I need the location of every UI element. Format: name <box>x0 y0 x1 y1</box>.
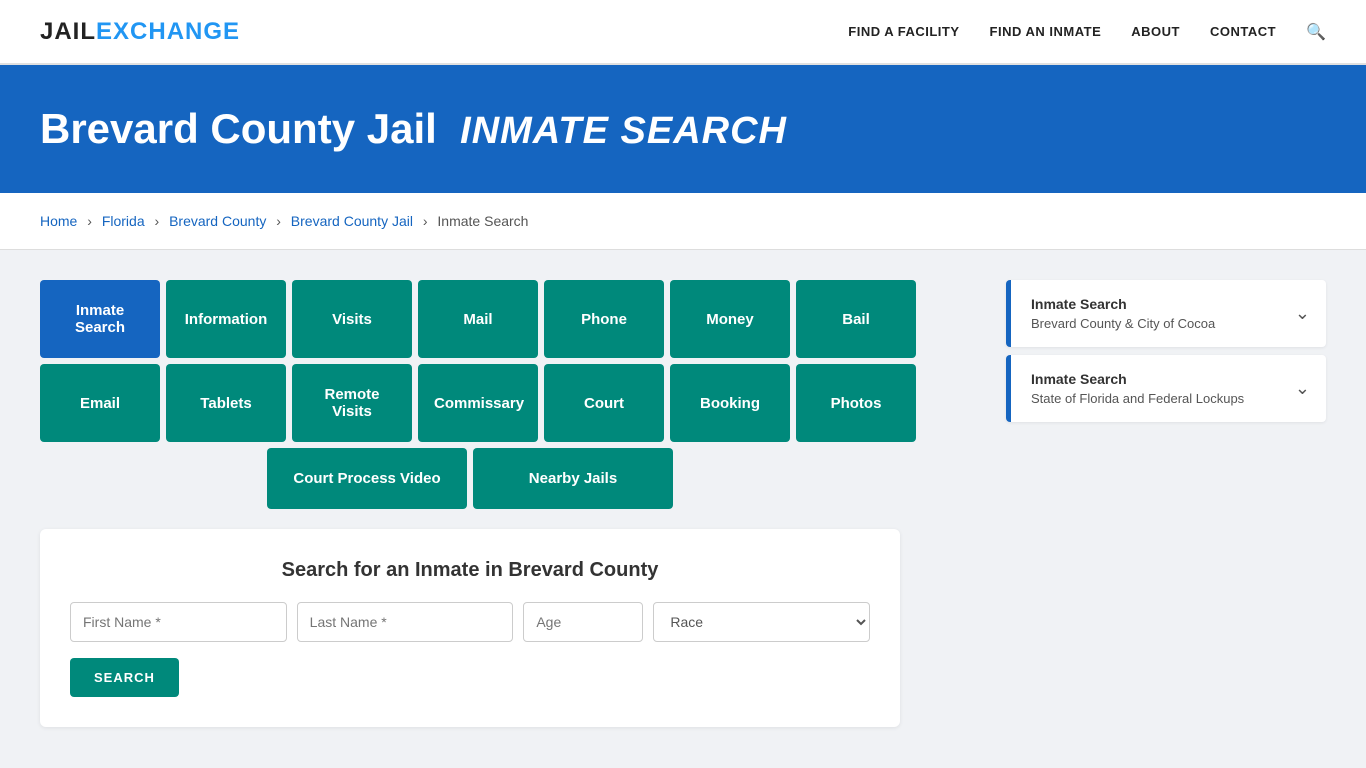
hero-banner: Brevard County Jail INMATE SEARCH <box>0 65 1366 193</box>
tab-phone[interactable]: Phone <box>544 280 664 358</box>
search-button[interactable]: SEARCH <box>70 658 179 697</box>
tab-court-process-video[interactable]: Court Process Video <box>267 448 467 509</box>
tab-information[interactable]: Information <box>166 280 286 358</box>
race-select[interactable]: Race White Black Hispanic Asian Other <box>653 602 870 642</box>
nav-contact[interactable]: CONTACT <box>1210 24 1276 39</box>
tab-nearby-jails[interactable]: Nearby Jails <box>473 448 673 509</box>
tabs-row-1: Inmate Search Information Visits Mail Ph… <box>40 280 900 358</box>
sidebar-card-0-sub: Brevard County & City of Cocoa <box>1031 316 1215 331</box>
tab-email[interactable]: Email <box>40 364 160 442</box>
chevron-down-icon-0: ⌄ <box>1295 303 1310 324</box>
last-name-input[interactable] <box>297 602 514 642</box>
tab-photos[interactable]: Photos <box>796 364 916 442</box>
breadcrumb-current: Inmate Search <box>437 213 528 229</box>
sidebar-card-0-title: Inmate Search <box>1031 296 1215 312</box>
hero-title-main: Brevard County Jail <box>40 105 437 152</box>
search-fields: Race White Black Hispanic Asian Other <box>70 602 870 642</box>
tab-inmate-search[interactable]: Inmate Search <box>40 280 160 358</box>
age-input[interactable] <box>523 602 643 642</box>
logo[interactable]: JAILEXCHANGE <box>40 18 240 46</box>
tab-court[interactable]: Court <box>544 364 664 442</box>
tab-money[interactable]: Money <box>670 280 790 358</box>
chevron-down-icon-1: ⌄ <box>1295 378 1310 399</box>
sidebar-card-0[interactable]: Inmate Search Brevard County & City of C… <box>1006 280 1326 347</box>
nav-links: FIND A FACILITY FIND AN INMATE ABOUT CON… <box>848 22 1326 42</box>
breadcrumb-county[interactable]: Brevard County <box>169 213 266 229</box>
search-panel-title: Search for an Inmate in Brevard County <box>70 559 870 582</box>
breadcrumb-jail[interactable]: Brevard County Jail <box>291 213 413 229</box>
main-content: Inmate Search Information Visits Mail Ph… <box>0 250 1366 757</box>
tab-remote-visits[interactable]: Remote Visits <box>292 364 412 442</box>
left-section: Inmate Search Information Visits Mail Ph… <box>40 280 986 727</box>
hero-title: Brevard County Jail INMATE SEARCH <box>40 105 1326 153</box>
tab-visits[interactable]: Visits <box>292 280 412 358</box>
tabs-row-3: Court Process Video Nearby Jails <box>40 448 900 509</box>
navbar: JAILEXCHANGE FIND A FACILITY FIND AN INM… <box>0 0 1366 65</box>
right-sidebar: Inmate Search Brevard County & City of C… <box>1006 280 1326 430</box>
tab-bail[interactable]: Bail <box>796 280 916 358</box>
breadcrumb-florida[interactable]: Florida <box>102 213 145 229</box>
nav-about[interactable]: ABOUT <box>1131 24 1180 39</box>
logo-exchange: EXCHANGE <box>96 18 240 45</box>
sidebar-card-1-sub: State of Florida and Federal Lockups <box>1031 391 1244 406</box>
hero-title-italic: INMATE SEARCH <box>460 110 787 152</box>
tab-commissary[interactable]: Commissary <box>418 364 538 442</box>
tab-booking[interactable]: Booking <box>670 364 790 442</box>
search-icon[interactable]: 🔍 <box>1306 22 1326 42</box>
tab-tablets[interactable]: Tablets <box>166 364 286 442</box>
sidebar-card-1[interactable]: Inmate Search State of Florida and Feder… <box>1006 355 1326 422</box>
breadcrumb: Home › Florida › Brevard County › Brevar… <box>0 193 1366 250</box>
tab-mail[interactable]: Mail <box>418 280 538 358</box>
logo-jail: JAIL <box>40 18 96 45</box>
sidebar-card-1-title: Inmate Search <box>1031 371 1244 387</box>
search-panel: Search for an Inmate in Brevard County R… <box>40 529 900 727</box>
first-name-input[interactable] <box>70 602 287 642</box>
tabs-row-2: Email Tablets Remote Visits Commissary C… <box>40 364 900 442</box>
nav-find-facility[interactable]: FIND A FACILITY <box>848 24 959 39</box>
nav-find-inmate[interactable]: FIND AN INMATE <box>990 24 1102 39</box>
breadcrumb-home[interactable]: Home <box>40 213 77 229</box>
